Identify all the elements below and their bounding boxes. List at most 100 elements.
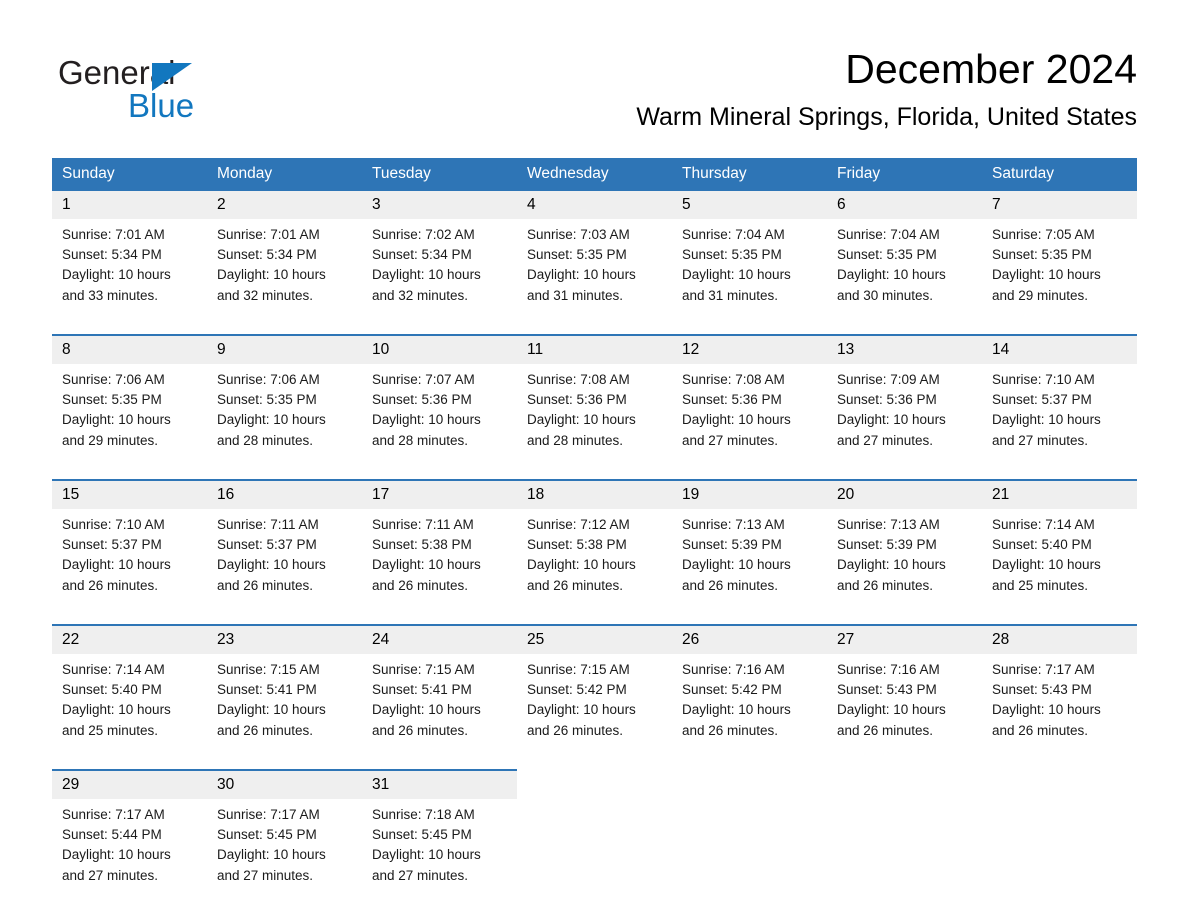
sunset-text: Sunset: 5:40 PM — [992, 537, 1092, 553]
sunrise-text: Sunrise: 7:14 AM — [62, 662, 165, 677]
day-cell[interactable]: Sunrise: 7:17 AM Sunset: 5:45 PM Dayligh… — [207, 799, 362, 901]
day-number[interactable]: 12 — [672, 334, 827, 364]
sunset-text: Sunset: 5:41 PM — [372, 682, 472, 698]
day-number[interactable]: 21 — [982, 479, 1137, 509]
day-number[interactable]: 27 — [827, 624, 982, 654]
sunset-text: Sunset: 5:35 PM — [837, 247, 937, 263]
sunset-text: Sunset: 5:42 PM — [682, 682, 782, 698]
day-number[interactable]: 7 — [982, 191, 1137, 219]
day-cell[interactable]: Sunrise: 7:06 AM Sunset: 5:35 PM Dayligh… — [207, 364, 362, 466]
day-number[interactable]: 20 — [827, 479, 982, 509]
day-number[interactable]: 5 — [672, 191, 827, 219]
day-number[interactable]: 31 — [362, 769, 517, 799]
day-cell[interactable]: Sunrise: 7:10 AM Sunset: 5:37 PM Dayligh… — [52, 509, 207, 611]
day-number[interactable]: 6 — [827, 191, 982, 219]
day-cell-empty — [827, 799, 982, 901]
day-cell[interactable]: Sunrise: 7:17 AM Sunset: 5:44 PM Dayligh… — [52, 799, 207, 901]
day-cell[interactable]: Sunrise: 7:15 AM Sunset: 5:41 PM Dayligh… — [207, 654, 362, 756]
weekday-header-friday: Friday — [827, 158, 982, 191]
week-separator — [52, 611, 1137, 625]
sunrise-text: Sunrise: 7:11 AM — [372, 517, 474, 532]
day-cell[interactable]: Sunrise: 7:18 AM Sunset: 5:45 PM Dayligh… — [362, 799, 517, 901]
day-number[interactable]: 30 — [207, 769, 362, 799]
sunset-text: Sunset: 5:39 PM — [837, 537, 937, 553]
sunrise-text: Sunrise: 7:15 AM — [372, 662, 475, 677]
day-cell[interactable]: Sunrise: 7:10 AM Sunset: 5:37 PM Dayligh… — [982, 364, 1137, 466]
day-number[interactable]: 22 — [52, 624, 207, 654]
sunrise-text: Sunrise: 7:15 AM — [527, 662, 630, 677]
day-number[interactable]: 13 — [827, 334, 982, 364]
page-title: December 2024 — [845, 46, 1137, 92]
daylight-text: Daylight: 10 hours — [682, 702, 791, 718]
week-detail-row: Sunrise: 7:17 AM Sunset: 5:44 PM Dayligh… — [52, 799, 1137, 901]
sunset-text: Sunset: 5:36 PM — [837, 392, 937, 408]
day-cell[interactable]: Sunrise: 7:08 AM Sunset: 5:36 PM Dayligh… — [672, 364, 827, 466]
day-cell[interactable]: Sunrise: 7:04 AM Sunset: 5:35 PM Dayligh… — [827, 219, 982, 321]
day-number[interactable]: 23 — [207, 624, 362, 654]
day-number[interactable]: 3 — [362, 191, 517, 219]
day-cell[interactable]: Sunrise: 7:08 AM Sunset: 5:36 PM Dayligh… — [517, 364, 672, 466]
day-number[interactable]: 10 — [362, 334, 517, 364]
day-number[interactable]: 8 — [52, 334, 207, 364]
day-cell[interactable]: Sunrise: 7:11 AM Sunset: 5:38 PM Dayligh… — [362, 509, 517, 611]
sunrise-text: Sunrise: 7:15 AM — [217, 662, 320, 677]
day-cell[interactable]: Sunrise: 7:13 AM Sunset: 5:39 PM Dayligh… — [827, 509, 982, 611]
day-number[interactable]: 17 — [362, 479, 517, 509]
daylight-text: Daylight: 10 hours — [217, 412, 326, 428]
day-cell[interactable]: Sunrise: 7:14 AM Sunset: 5:40 PM Dayligh… — [52, 654, 207, 756]
day-number[interactable]: 15 — [52, 479, 207, 509]
week-separator — [52, 466, 1137, 480]
day-cell[interactable]: Sunrise: 7:16 AM Sunset: 5:42 PM Dayligh… — [672, 654, 827, 756]
day-cell[interactable]: Sunrise: 7:05 AM Sunset: 5:35 PM Dayligh… — [982, 219, 1137, 321]
daylight-text-cont: and 26 minutes. — [992, 722, 1089, 738]
day-cell[interactable]: Sunrise: 7:11 AM Sunset: 5:37 PM Dayligh… — [207, 509, 362, 611]
sunset-text: Sunset: 5:40 PM — [62, 682, 162, 698]
day-cell[interactable]: Sunrise: 7:03 AM Sunset: 5:35 PM Dayligh… — [517, 219, 672, 321]
day-number[interactable]: 29 — [52, 769, 207, 799]
day-cell[interactable]: Sunrise: 7:14 AM Sunset: 5:40 PM Dayligh… — [982, 509, 1137, 611]
daylight-text-cont: and 25 minutes. — [62, 722, 159, 738]
day-number[interactable]: 28 — [982, 624, 1137, 654]
day-number[interactable]: 2 — [207, 191, 362, 219]
daylight-text: Daylight: 10 hours — [372, 557, 481, 573]
day-number[interactable]: 19 — [672, 479, 827, 509]
day-number[interactable]: 14 — [982, 334, 1137, 364]
day-cell[interactable]: Sunrise: 7:15 AM Sunset: 5:41 PM Dayligh… — [362, 654, 517, 756]
day-number[interactable]: 16 — [207, 479, 362, 509]
day-number[interactable]: 4 — [517, 191, 672, 219]
day-number[interactable]: 9 — [207, 334, 362, 364]
day-number[interactable]: 18 — [517, 479, 672, 509]
week-date-number-row: 29 30 31 — [52, 769, 1137, 799]
sunrise-text: Sunrise: 7:08 AM — [682, 372, 785, 387]
day-number[interactable]: 1 — [52, 191, 207, 219]
daylight-text-cont: and 26 minutes. — [682, 577, 779, 593]
day-cell[interactable]: Sunrise: 7:17 AM Sunset: 5:43 PM Dayligh… — [982, 654, 1137, 756]
day-number[interactable]: 25 — [517, 624, 672, 654]
sunset-text: Sunset: 5:42 PM — [527, 682, 627, 698]
sunrise-text: Sunrise: 7:01 AM — [62, 227, 165, 242]
day-cell[interactable]: Sunrise: 7:06 AM Sunset: 5:35 PM Dayligh… — [52, 364, 207, 466]
day-cell[interactable]: Sunrise: 7:01 AM Sunset: 5:34 PM Dayligh… — [207, 219, 362, 321]
day-number[interactable]: 26 — [672, 624, 827, 654]
week-date-number-row: 15 16 17 18 19 20 21 — [52, 479, 1137, 509]
week-detail-row: Sunrise: 7:14 AM Sunset: 5:40 PM Dayligh… — [52, 654, 1137, 756]
day-cell[interactable]: Sunrise: 7:15 AM Sunset: 5:42 PM Dayligh… — [517, 654, 672, 756]
sunrise-text: Sunrise: 7:07 AM — [372, 372, 475, 387]
day-number[interactable]: 24 — [362, 624, 517, 654]
day-cell[interactable]: Sunrise: 7:16 AM Sunset: 5:43 PM Dayligh… — [827, 654, 982, 756]
day-cell[interactable]: Sunrise: 7:09 AM Sunset: 5:36 PM Dayligh… — [827, 364, 982, 466]
day-cell[interactable]: Sunrise: 7:02 AM Sunset: 5:34 PM Dayligh… — [362, 219, 517, 321]
sunset-text: Sunset: 5:38 PM — [372, 537, 472, 553]
page-header: General Blue December 2024 Warm Mineral … — [52, 44, 1137, 144]
daylight-text-cont: and 27 minutes. — [62, 867, 159, 883]
day-cell[interactable]: Sunrise: 7:04 AM Sunset: 5:35 PM Dayligh… — [672, 219, 827, 321]
day-number[interactable]: 11 — [517, 334, 672, 364]
generalblue-logo[interactable]: General Blue — [58, 54, 258, 130]
daylight-text: Daylight: 10 hours — [992, 267, 1101, 283]
day-number-empty — [672, 769, 827, 799]
sunrise-text: Sunrise: 7:16 AM — [682, 662, 785, 677]
day-cell[interactable]: Sunrise: 7:12 AM Sunset: 5:38 PM Dayligh… — [517, 509, 672, 611]
day-cell[interactable]: Sunrise: 7:13 AM Sunset: 5:39 PM Dayligh… — [672, 509, 827, 611]
day-cell[interactable]: Sunrise: 7:07 AM Sunset: 5:36 PM Dayligh… — [362, 364, 517, 466]
day-cell[interactable]: Sunrise: 7:01 AM Sunset: 5:34 PM Dayligh… — [52, 219, 207, 321]
